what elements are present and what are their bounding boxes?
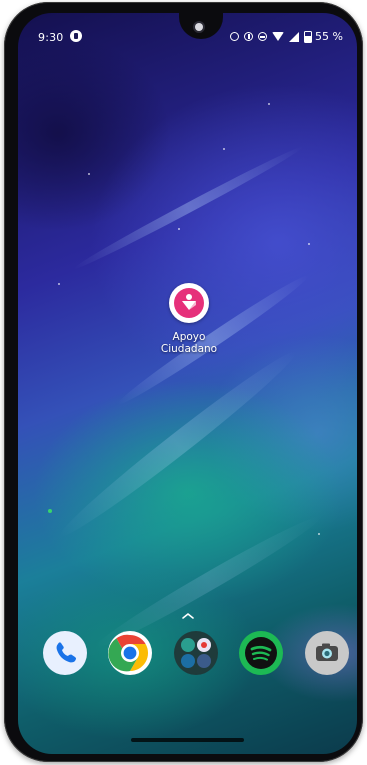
chrome-app-icon[interactable]: [108, 631, 152, 675]
apoyo-ciudadano-icon[interactable]: [169, 283, 209, 323]
wallpaper-streak: [53, 342, 303, 546]
app-label: Apoyo Ciudadano: [160, 331, 218, 355]
app-shortcut-apoyo-ciudadano[interactable]: Apoyo Ciudadano: [156, 283, 222, 355]
spotify-icon: [240, 632, 282, 674]
front-camera-icon: [195, 23, 203, 31]
alarm-icon: [230, 32, 240, 41]
camera-icon: [306, 632, 348, 674]
status-icons: 55 %: [230, 30, 343, 43]
home-screen: 9:30 55 % Apoyo Ciudadano: [18, 13, 357, 754]
apoyo-ciudadano-glyph-icon: [182, 294, 196, 310]
do-not-disturb-icon: [258, 32, 268, 41]
battery-percent: 55 %: [315, 30, 343, 43]
spotify-app-icon[interactable]: [239, 631, 283, 675]
camera-app-icon[interactable]: [305, 631, 349, 675]
star: [48, 509, 52, 513]
gesture-nav-bar[interactable]: [131, 738, 244, 742]
star: [178, 228, 180, 230]
star: [58, 283, 60, 285]
status-bar: 9:30 55 %: [18, 13, 357, 53]
star: [223, 148, 225, 150]
battery-icon: [304, 30, 313, 43]
star: [318, 533, 320, 535]
data-saver-icon: [244, 32, 254, 41]
status-time: 9:30: [38, 31, 64, 44]
wallpaper-streak: [70, 142, 306, 274]
app-notification-icon: [70, 30, 82, 42]
signal-icon: [289, 31, 300, 42]
star: [308, 243, 310, 245]
phone-icon: [44, 632, 86, 674]
wifi-icon: [272, 32, 285, 41]
phone-app-icon[interactable]: [43, 631, 87, 675]
apoyo-ciudadano-logo-icon: [174, 288, 204, 318]
chrome-icon: [108, 632, 151, 674]
dock: [18, 631, 357, 675]
app-drawer-handle-icon[interactable]: [181, 606, 195, 619]
star: [268, 103, 270, 105]
phone-frame: 9:30 55 % Apoyo Ciudadano: [4, 2, 363, 762]
folder-icon[interactable]: [174, 631, 218, 675]
star: [88, 173, 90, 175]
